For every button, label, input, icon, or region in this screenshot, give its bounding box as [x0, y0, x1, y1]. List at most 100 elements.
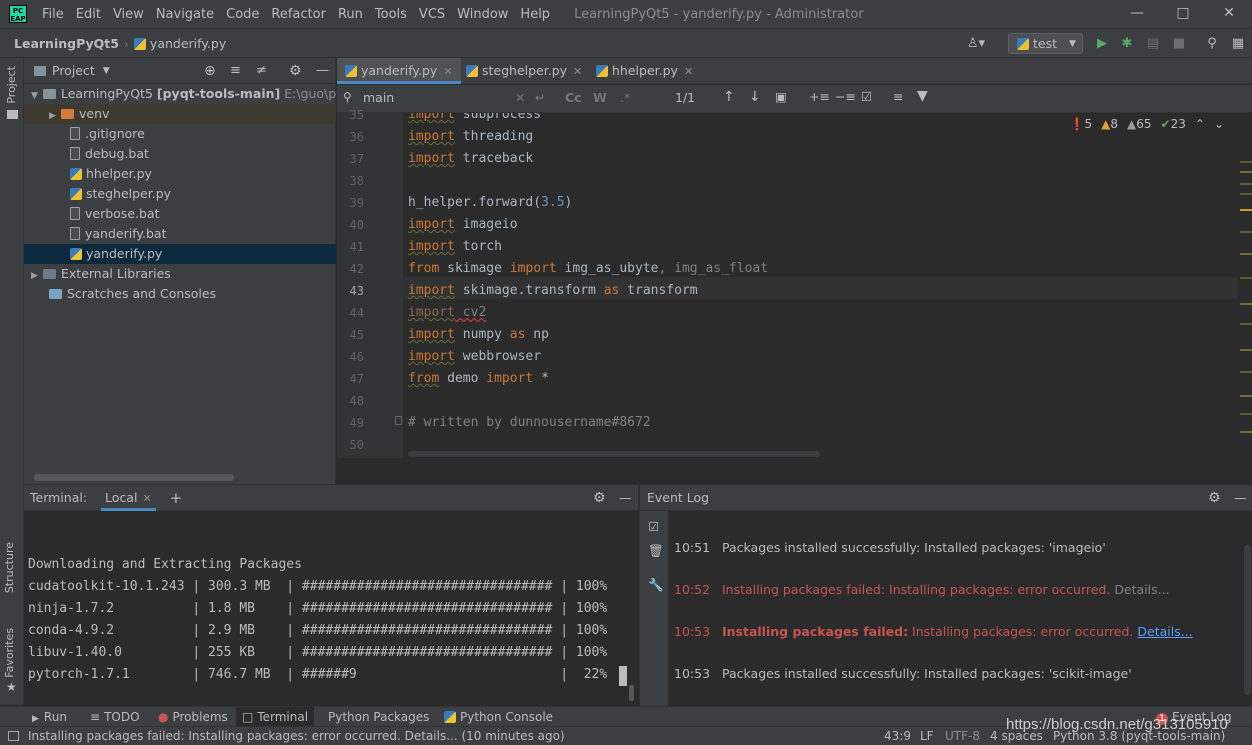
new-tab-icon[interactable]: + — [170, 489, 183, 507]
menu-refactor[interactable]: Refactor — [265, 7, 332, 22]
tool-tab-structure[interactable]: Structure — [3, 542, 16, 593]
warning-mark[interactable] — [1240, 253, 1252, 255]
tab-hhelper-py[interactable]: hhelper.py ✕ — [588, 58, 701, 84]
user-icon[interactable]: ♙▾ — [964, 36, 988, 52]
warning-mark[interactable] — [1240, 431, 1252, 433]
gear-icon[interactable]: ⚙ — [289, 63, 302, 79]
warning-mark[interactable] — [1240, 413, 1252, 415]
breadcrumb-project[interactable]: LearningPyQt5 — [14, 36, 119, 51]
status-message[interactable]: Installing packages failed: Installing p… — [28, 727, 565, 745]
menu-help[interactable]: Help — [514, 7, 556, 22]
stop-icon[interactable]: ■ — [1171, 36, 1187, 52]
warning-mark[interactable] — [1240, 371, 1252, 373]
file-encoding[interactable]: UTF-8 — [945, 727, 980, 745]
warning-mark[interactable] — [1240, 395, 1252, 397]
warning-mark[interactable] — [1240, 209, 1252, 211]
menu-file[interactable]: File — [36, 7, 70, 22]
previous-occurrence-icon[interactable]: ↑ — [723, 89, 735, 105]
regex-icon[interactable]: .* — [620, 90, 630, 105]
menu-run[interactable]: Run — [332, 7, 369, 22]
warning-mark[interactable] — [1240, 277, 1252, 279]
select-all-occurrences-icon[interactable]: ▣ — [775, 89, 787, 104]
ide-logo-icon[interactable]: ▦ — [1230, 36, 1246, 52]
whole-words-icon[interactable]: W — [593, 90, 607, 105]
editor-horizontal-scrollbar[interactable] — [408, 451, 820, 457]
warning-mark[interactable] — [1240, 231, 1252, 233]
error-stripe[interactable] — [1238, 113, 1252, 458]
horizontal-scrollbar[interactable] — [34, 474, 234, 481]
project-panel-title[interactable]: Project — [52, 63, 95, 78]
menu-navigate[interactable]: Navigate — [150, 7, 220, 22]
tree-item-debug-bat[interactable]: debug.bat — [24, 144, 336, 164]
close-icon[interactable]: ✕ — [443, 65, 452, 78]
warning-mark[interactable] — [1240, 183, 1252, 185]
close-window-button[interactable]: ✕ — [1206, 0, 1252, 28]
tree-item-steghelper-py[interactable]: steghelper.py — [24, 184, 336, 204]
tree-item-venv[interactable]: ▶ venv — [24, 104, 336, 124]
search-icon[interactable]: ⚲ — [1204, 36, 1220, 52]
details-link[interactable]: Details... — [1114, 582, 1169, 597]
gear-icon[interactable]: ⚙ — [593, 490, 606, 506]
chevron-down-icon[interactable]: ▼ — [103, 66, 110, 76]
inspection-widget[interactable]: ❗5 ▲8 ▲65 ✔23 ⌃ ⌄ — [1070, 117, 1224, 131]
fold-icon[interactable] — [395, 416, 402, 425]
remove-selection-icon[interactable]: −≡ — [835, 89, 856, 104]
collapse-all-icon[interactable]: ≠ — [256, 63, 267, 78]
search-input[interactable]: main — [363, 90, 394, 105]
maximize-button[interactable]: □ — [1160, 0, 1206, 28]
warning-mark[interactable] — [1240, 161, 1252, 163]
menu-tools[interactable]: Tools — [369, 7, 413, 22]
tool-tab-todo[interactable]: ≡ TODO — [84, 707, 146, 727]
filter-icon[interactable]: ▼ — [917, 88, 928, 104]
select-all-icon[interactable]: ☑ — [861, 89, 872, 104]
tree-item-external-libraries[interactable]: ▶ External Libraries — [24, 264, 336, 284]
tool-tab-problems[interactable]: ● Problems — [152, 707, 234, 727]
tool-tab-python-console[interactable]: Python Console — [438, 707, 559, 727]
tab-yanderify-py[interactable]: yanderify.py ✕ — [337, 58, 461, 84]
tree-item-scratches[interactable]: Scratches and Consoles — [24, 284, 336, 304]
expand-all-icon[interactable]: ≡ — [230, 63, 241, 78]
run-icon[interactable]: ▶ — [1094, 36, 1110, 52]
gear-icon[interactable]: ⚙ — [1208, 490, 1221, 506]
tool-tab-run[interactable]: ▶ Run — [26, 707, 73, 727]
hide-panel-icon[interactable]: — — [316, 63, 329, 78]
event-log-scrollbar[interactable] — [1244, 545, 1251, 695]
menu-vcs[interactable]: VCS — [413, 7, 451, 22]
tree-root[interactable]: ▼ LearningPyQt5 [pyqt-tools-main] E:\guo\… — [24, 84, 356, 104]
toggle-tool-windows-icon[interactable] — [8, 731, 19, 741]
warning-mark[interactable] — [1240, 349, 1252, 351]
tab-local[interactable]: Local ✕ — [101, 485, 156, 511]
menu-code[interactable]: Code — [220, 7, 265, 22]
tree-item-yanderify-py[interactable]: yanderify.py — [24, 244, 336, 264]
line-separator[interactable]: LF — [920, 727, 934, 745]
close-icon[interactable]: ✕ — [142, 492, 151, 505]
details-link[interactable]: Details... — [1137, 624, 1192, 639]
tree-item-yanderify-bat[interactable]: yanderify.bat — [24, 224, 336, 244]
warning-mark[interactable] — [1240, 303, 1252, 305]
locate-icon[interactable]: ⊕ — [204, 63, 216, 79]
debug-icon[interactable]: ✱ — [1119, 36, 1135, 52]
menu-edit[interactable]: Edit — [70, 7, 107, 22]
clear-search-icon[interactable]: ✕ — [515, 90, 525, 105]
warning-mark[interactable] — [1240, 171, 1252, 173]
new-line-icon[interactable]: ↵ — [535, 90, 545, 105]
wrench-icon[interactable]: 🔧 — [648, 577, 664, 593]
tab-steghelper-py[interactable]: steghelper.py ✕ — [458, 58, 590, 84]
tool-tab-terminal[interactable]: □ Terminal — [236, 707, 315, 727]
menu-view[interactable]: View — [107, 7, 150, 22]
minimize-button[interactable]: — — [1114, 0, 1160, 28]
tool-tab-favorites[interactable]: Favorites — [3, 628, 16, 678]
terminal-scrollbar[interactable] — [629, 685, 634, 701]
close-icon[interactable]: ✕ — [684, 65, 693, 78]
chevron-down-icon[interactable]: ⌄ — [1214, 117, 1224, 131]
warning-mark[interactable] — [1240, 193, 1252, 195]
chevron-up-icon[interactable]: ⌃ — [1195, 117, 1205, 131]
tree-item-hhelper-py[interactable]: hhelper.py — [24, 164, 336, 184]
next-occurrence-icon[interactable]: ↓ — [749, 89, 761, 105]
mark-all-read-icon[interactable]: ☑ — [648, 519, 659, 534]
run-configuration-selector[interactable]: test ▼ — [1008, 33, 1083, 54]
tree-item-verbose-bat[interactable]: verbose.bat — [24, 204, 336, 224]
caret-position[interactable]: 43:9 — [884, 727, 911, 745]
code-editor[interactable]: import subprocess import threading impor… — [403, 113, 1238, 458]
tool-tab-project[interactable]: Project — [5, 66, 18, 104]
